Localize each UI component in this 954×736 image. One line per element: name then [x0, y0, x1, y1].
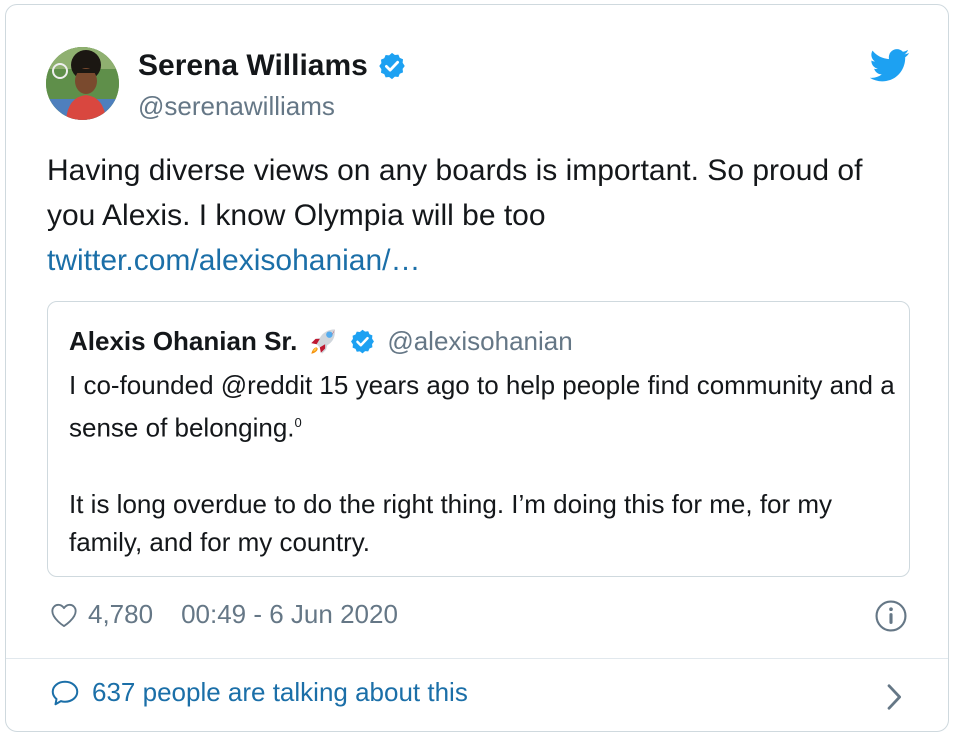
verified-badge-icon — [351, 329, 375, 353]
author-name[interactable]: Serena Williams — [138, 49, 368, 83]
info-icon[interactable] — [874, 599, 908, 633]
timestamp[interactable]: 00:49 - 6 Jun 2020 — [181, 599, 398, 630]
quoted-author-name: Alexis Ohanian Sr. — [69, 325, 298, 356]
divider — [6, 658, 948, 659]
like-count[interactable]: 4,780 — [88, 599, 153, 630]
tweet-card: Serena Williams @serenawilliams Having d… — [5, 4, 949, 732]
quoted-tweet-header: Alexis Ohanian Sr. @alexisohanian — [69, 324, 573, 358]
quoted-paragraph-1-text: I co-founded @reddit 15 years ago to hel… — [69, 370, 895, 443]
tweet-text: Having diverse views on any boards is im… — [47, 148, 907, 283]
rocket-icon — [311, 329, 336, 354]
speech-bubble-icon — [51, 680, 79, 705]
quoted-tweet[interactable]: Alexis Ohanian Sr. @alexisohanian I co-f… — [47, 301, 910, 577]
tweet-body: Having diverse views on any boards is im… — [47, 154, 863, 232]
twitter-bird-icon[interactable] — [870, 49, 910, 82]
chevron-right-icon[interactable] — [884, 682, 904, 712]
quoted-paragraph-1: I co-founded @reddit 15 years ago to hel… — [69, 366, 899, 447]
quoted-paragraph-2: It is long overdue to do the right thing… — [69, 488, 833, 557]
heart-icon[interactable] — [50, 602, 78, 628]
conversation-link[interactable]: 637 people are talking about this — [50, 677, 468, 708]
author-handle[interactable]: @serenawilliams — [138, 91, 335, 122]
talking-count-text[interactable]: 637 people are talking about this — [92, 677, 468, 708]
verified-badge-icon — [379, 52, 405, 80]
quoted-author-handle: @alexisohanian — [387, 325, 573, 356]
tweet-link[interactable]: twitter.com/alexisohanian/… — [47, 238, 907, 283]
author-name-row[interactable]: Serena Williams — [138, 49, 407, 83]
quoted-tweet-text: I co-founded @reddit 15 years ago to hel… — [69, 366, 899, 561]
avatar[interactable] — [46, 47, 119, 120]
tweet-meta: 4,780 00:49 - 6 Jun 2020 — [50, 599, 398, 630]
quoted-superscript: 0 — [294, 415, 302, 430]
